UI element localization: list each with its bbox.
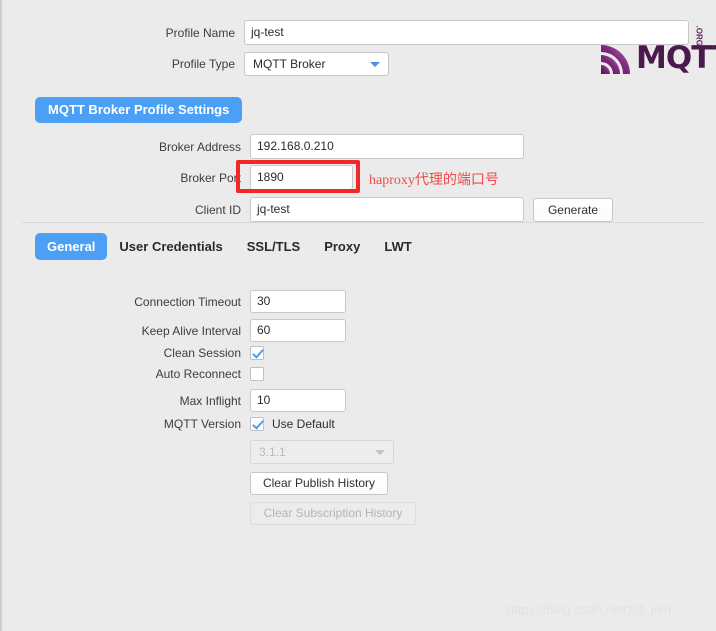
auto-reconnect-checkbox[interactable]	[250, 367, 264, 381]
max-inflight-input[interactable]: 10	[250, 389, 346, 412]
keep-alive-interval-input[interactable]: 60	[250, 319, 346, 342]
mqtt-arcs-icon	[601, 45, 630, 74]
chevron-down-icon	[370, 62, 380, 67]
mqtt-version-value: 3.1.1	[259, 445, 286, 459]
client-id-label: Client ID	[194, 202, 241, 217]
client-id-row: Client ID jq-test Generate	[2, 197, 613, 222]
chevron-down-icon	[375, 450, 385, 455]
max-inflight-label: Max Inflight	[179, 393, 241, 408]
tab-lwt[interactable]: LWT	[372, 233, 423, 260]
profile-type-select[interactable]: MQTT Broker	[244, 52, 389, 76]
use-default-version-checkbox[interactable]	[250, 417, 264, 431]
mqtt-version-row: MQTT Version Use Default	[2, 417, 335, 431]
tab-ssl-tls[interactable]: SSL/TLS	[235, 233, 312, 260]
clear-publish-history-button[interactable]: Clear Publish History	[250, 472, 388, 495]
settings-tabs: General User Credentials SSL/TLS Proxy L…	[35, 233, 424, 260]
clear-subscription-history-button: Clear Subscription History	[250, 502, 416, 525]
connection-timeout-input[interactable]: 30	[250, 290, 346, 313]
connection-timeout-label: Connection Timeout	[134, 294, 241, 309]
profile-name-input[interactable]: jq-test	[244, 20, 689, 45]
profile-name-row: Profile Name jq-test	[2, 20, 702, 45]
broker-port-row: Broker Port 1890	[2, 165, 353, 190]
auto-reconnect-row: Auto Reconnect	[2, 367, 264, 381]
mqtt-version-select-row: 3.1.1	[250, 440, 394, 464]
mqtt-logo-text: MQTT	[636, 40, 716, 76]
client-id-input[interactable]: jq-test	[250, 197, 524, 222]
profile-settings-page: MQTT .ORG Profile Name jq-test Profile T…	[2, 0, 716, 631]
keep-alive-interval-row: Keep Alive Interval 60	[2, 319, 346, 342]
haproxy-port-annotation: haproxy代理的端口号	[369, 173, 499, 188]
profile-type-row: Profile Type MQTT Broker	[2, 52, 389, 76]
tab-proxy[interactable]: Proxy	[312, 233, 372, 260]
profile-type-value: MQTT Broker	[253, 57, 326, 71]
profile-type-label: Profile Type	[171, 57, 235, 71]
clean-session-label: Clean Session	[163, 346, 241, 360]
mqtt-version-select[interactable]: 3.1.1	[250, 440, 394, 464]
profile-name-label: Profile Name	[165, 25, 235, 40]
section-divider	[22, 222, 704, 223]
clean-session-row: Clean Session	[2, 346, 264, 360]
broker-port-input[interactable]: 1890	[250, 165, 353, 190]
max-inflight-row: Max Inflight 10	[2, 389, 346, 412]
broker-address-row: Broker Address 192.168.0.210	[2, 134, 524, 159]
mqtt-org-logo: MQTT .ORG	[598, 26, 716, 80]
csdn-watermark: https://blog.csdn.net/zsf_join	[507, 602, 672, 617]
connection-timeout-row: Connection Timeout 30	[2, 290, 346, 313]
broker-address-label: Broker Address	[158, 139, 241, 154]
tab-user-credentials[interactable]: User Credentials	[107, 233, 234, 260]
use-default-label: Use Default	[272, 417, 335, 431]
clean-session-checkbox[interactable]	[250, 346, 264, 360]
keep-alive-interval-label: Keep Alive Interval	[141, 323, 241, 338]
mqtt-version-label: MQTT Version	[163, 417, 241, 431]
tab-general[interactable]: General	[35, 233, 108, 260]
auto-reconnect-label: Auto Reconnect	[155, 367, 241, 381]
mqtt-broker-profile-settings-header[interactable]: MQTT Broker Profile Settings	[35, 97, 243, 123]
broker-address-input[interactable]: 192.168.0.210	[250, 134, 524, 159]
broker-port-label: Broker Port	[180, 170, 241, 185]
generate-client-id-button[interactable]: Generate	[533, 197, 613, 222]
